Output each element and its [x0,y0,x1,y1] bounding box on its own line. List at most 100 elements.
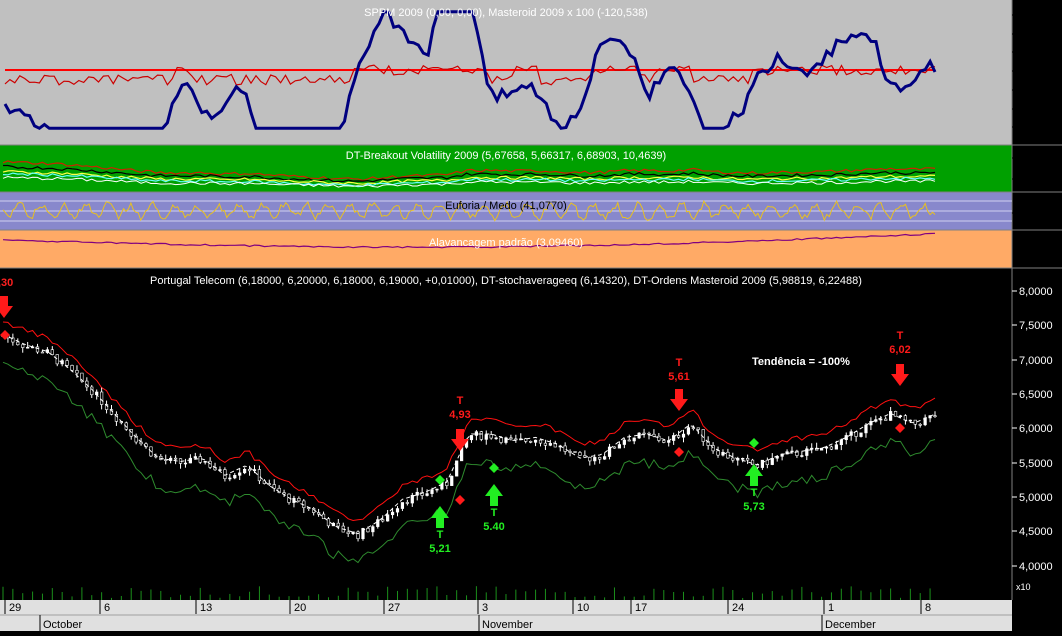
candle-body [657,435,661,441]
candle-body [538,439,543,444]
candle-body [859,432,863,437]
candle-body [509,437,513,440]
candle-body [884,418,888,421]
sppm-multiplier: x100 [1016,134,1036,144]
candle-body [696,427,700,430]
candle-body [252,469,257,472]
candle-body [829,446,834,450]
candle-body [233,475,237,479]
candle-body [898,415,903,417]
candle-body [494,437,498,440]
candle-body [405,502,409,504]
x-day-tick-label: 1 [828,602,834,614]
x-day-tick-label: 20 [294,602,306,614]
candle-body [908,419,912,422]
trend-label: Tendência = -100% [752,356,850,368]
candle-body [563,445,567,452]
candle-body [573,451,577,453]
candle-body [346,531,350,534]
candle-body [514,438,518,441]
candle-body [716,450,720,456]
candle-body [533,439,538,443]
price-tick-label: 6,0000 [1019,423,1053,435]
x-day-tick-label: 24 [732,602,744,614]
candle-body [543,442,548,446]
signal-label: T [491,507,498,519]
x-month-label: November [482,619,533,631]
candle-body [805,448,809,456]
signal-label: T [676,357,683,369]
candle-body [474,431,478,436]
candle-body [435,488,439,491]
candle-body [642,432,646,435]
price-tick-label: 6,5000 [1019,389,1053,401]
candle-body [578,452,582,456]
candle-body [750,459,755,465]
candle-body [75,370,79,374]
candle-body [173,457,178,460]
candle-body [366,528,370,533]
left-edge-label: ,30 [0,277,13,289]
candle-body [676,435,681,438]
candle-body [622,439,626,445]
signal-value: 4,93 [449,409,470,421]
candle-body [889,411,893,421]
candle-body [395,508,400,513]
candle-body [741,457,745,460]
candle-body [183,462,188,465]
breakout-tick-label: 20,000 [1018,153,1052,165]
candle-body [612,446,617,449]
candle-body [257,469,262,482]
sppm-tick-label: 150,0 [1022,10,1050,22]
price-tick-label: 8,0000 [1019,286,1053,298]
candle-body [336,522,340,527]
candle-body [839,439,843,446]
candle-body [568,451,572,453]
candle-body [864,424,868,434]
candle-body [893,411,898,417]
candle-body [637,432,641,439]
candle-body [617,444,622,449]
candle-body [819,447,824,451]
x-day-tick-label: 27 [388,602,400,614]
signal-label: T [897,330,904,342]
breakout-multiplier: x10 [1016,182,1031,192]
x-day-tick-label: 17 [635,602,647,614]
price-tick-label: 5,5000 [1019,458,1053,470]
price-tick-label: 7,5000 [1019,320,1053,332]
candle-body [588,457,592,462]
candle-body [376,519,380,527]
candle-body [65,360,69,366]
candle-body [593,457,597,462]
candle-body [681,433,686,438]
candle-body [834,444,838,450]
candle-body [790,450,794,453]
price-multiplier: x10 [1016,582,1031,592]
candle-body [193,456,197,459]
candle-body [632,437,636,442]
x-day-tick-label: 8 [925,602,931,614]
candle-body [746,457,750,461]
x-month-label: October [43,619,82,631]
candle-body [499,437,503,443]
candle-body [913,419,917,425]
signal-label: T [751,487,758,499]
candle-body [238,472,242,476]
candle-body [425,493,429,496]
candle-body [765,459,769,465]
x-day-tick-label: 13 [200,602,212,614]
candle-body [371,526,375,533]
euforia-tick-label: 0,000 [1024,208,1052,220]
candle-body [603,456,607,460]
candle-body [430,489,434,494]
sppm-tick-label: -100,0 [1022,104,1053,116]
x-day-tick-label: 10 [577,602,589,614]
euforia-panel-title: Euforia / Medo (41,0770) [445,200,567,212]
signal-value: 6,02 [889,344,910,356]
candle-body [381,519,385,522]
alavancagem-multiplier: x10 [1016,258,1031,268]
candle-body [770,457,774,465]
candle-body [40,351,45,354]
signal-value: 5,73 [743,501,764,513]
sppm-panel-title: SPPM 2009 (0,00, 0,00), Masteroid 2009 x… [364,7,648,19]
